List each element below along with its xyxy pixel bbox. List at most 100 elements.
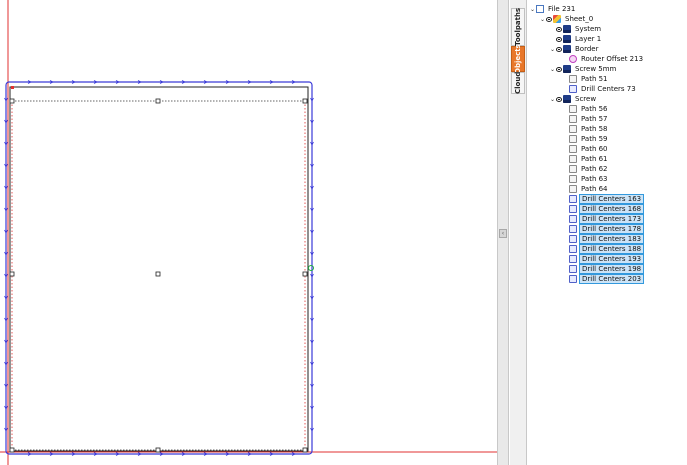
tree-item-path[interactable]: Path 60 <box>569 144 610 154</box>
splitter-grip-icon[interactable]: ‹ <box>499 229 507 238</box>
visibility-eye-icon[interactable] <box>556 96 562 102</box>
tree-item-path[interactable]: Path 56 <box>569 104 610 114</box>
drill-centers-icon <box>569 255 577 263</box>
tree-item-label: Drill Centers 198 <box>579 264 645 274</box>
tree-item-label: Drill Centers 163 <box>579 194 645 204</box>
layer-icon <box>563 35 571 43</box>
tree-item-path[interactable]: Path 57 <box>569 114 610 124</box>
handle-bottom-right[interactable] <box>302 447 308 453</box>
drill-centers-icon <box>569 205 577 213</box>
tree-item-layer-screw5mm[interactable]: ⌄ Screw 5mm <box>549 64 618 74</box>
drill-centers-icon <box>569 225 577 233</box>
expand-toggle-icon[interactable]: ⌄ <box>529 6 536 13</box>
expand-toggle-icon[interactable]: ⌄ <box>549 96 556 103</box>
tree-item-label: Drill Centers 168 <box>579 204 645 214</box>
tab-cloud[interactable]: Cloud <box>511 72 525 94</box>
handle-top-left[interactable] <box>9 98 15 104</box>
tree-item-drill[interactable]: Drill Centers 203 <box>569 274 645 284</box>
sheet-outline[interactable] <box>9 86 309 452</box>
path-icon <box>569 165 577 173</box>
rotation-handle-icon[interactable] <box>308 265 314 271</box>
router-offset-outline[interactable] <box>5 81 313 455</box>
tree-item-path[interactable]: Path 61 <box>569 154 610 164</box>
tree-item-label: Sheet_0 <box>565 15 594 23</box>
tree-item-label: Path 58 <box>581 125 608 133</box>
drill-centers-icon <box>569 245 577 253</box>
handle-center[interactable] <box>155 271 161 277</box>
object-tree: ⌄ File 231 ⌄ Sheet_0 System Layer 1 ⌄ Border Rou… <box>527 0 687 465</box>
tree-item-label: Drill Centers 173 <box>579 214 645 224</box>
visibility-eye-icon[interactable] <box>546 16 552 22</box>
tree-item-drill[interactable]: Drill Centers 178 <box>569 224 645 234</box>
drill-centers-icon <box>569 85 577 93</box>
handle-middle-left[interactable] <box>9 271 15 277</box>
tree-item-drill[interactable]: Drill Centers 168 <box>569 204 645 214</box>
tree-item-label: Screw <box>575 95 597 103</box>
tree-item-layer-border[interactable]: ⌄ Border <box>549 44 600 54</box>
drill-centers-icon <box>569 265 577 273</box>
tree-item-label: Layer 1 <box>575 35 602 43</box>
expand-toggle-icon[interactable]: ⌄ <box>549 66 556 73</box>
tree-item-drill[interactable]: Drill Centers 73 <box>569 84 638 94</box>
tree-item-drill[interactable]: Drill Centers 188 <box>569 244 645 254</box>
visibility-eye-icon[interactable] <box>556 26 562 32</box>
handle-top-right[interactable] <box>302 98 308 104</box>
path-icon <box>569 115 577 123</box>
tab-toolpaths[interactable]: Toolpaths <box>511 8 525 46</box>
tree-item-drill[interactable]: Drill Centers 163 <box>569 194 645 204</box>
drill-centers-icon <box>569 275 577 283</box>
path-icon <box>569 145 577 153</box>
tree-item-label: Path 57 <box>581 115 608 123</box>
path-icon <box>569 155 577 163</box>
layer-icon <box>563 25 571 33</box>
selection-handles[interactable] <box>9 98 308 453</box>
tree-item-drill[interactable]: Drill Centers 183 <box>569 234 645 244</box>
tab-objects[interactable]: Objects <box>511 44 525 74</box>
tree-item-router[interactable]: Router Offset 213 <box>569 54 645 64</box>
visibility-eye-icon[interactable] <box>556 36 562 42</box>
tree-item-drill[interactable]: Drill Centers 173 <box>569 214 645 224</box>
tree-item-path[interactable]: Path 62 <box>569 164 610 174</box>
drill-centers-icon <box>569 215 577 223</box>
tree-item-sheet[interactable]: ⌄ Sheet_0 <box>539 14 595 24</box>
tree-item-label: Screw 5mm <box>575 65 617 73</box>
file-icon <box>536 5 544 13</box>
tree-item-label: Drill Centers 178 <box>579 224 645 234</box>
router-offset-icon <box>569 55 577 63</box>
handle-top-center[interactable] <box>155 98 161 104</box>
path-icon <box>569 105 577 113</box>
layer-icon <box>563 65 571 73</box>
expand-toggle-icon[interactable]: ⌄ <box>549 46 556 53</box>
visibility-eye-icon[interactable] <box>556 66 562 72</box>
tree-item-label: Path 64 <box>581 185 608 193</box>
panel-splitter[interactable]: ‹ <box>497 0 509 465</box>
handle-middle-right[interactable] <box>302 271 308 277</box>
drill-centers-icon <box>569 195 577 203</box>
side-tab-strip: Toolpaths Objects Cloud <box>510 0 527 465</box>
tree-item-path[interactable]: Path 51 <box>569 74 610 84</box>
expand-toggle-icon[interactable]: ⌄ <box>539 16 546 23</box>
tree-item-label: Drill Centers 183 <box>579 234 645 244</box>
tree-item-label: Path 62 <box>581 165 608 173</box>
tree-item-path[interactable]: Path 59 <box>569 134 610 144</box>
design-canvas[interactable] <box>0 0 497 465</box>
tree-item-layer-system[interactable]: System <box>549 24 603 34</box>
handle-bottom-center[interactable] <box>155 447 161 453</box>
tree-item-layer-screw[interactable]: ⌄ Screw <box>549 94 598 104</box>
tree-item-label: Drill Centers 188 <box>579 244 645 254</box>
tree-item-label: File 231 <box>548 5 576 13</box>
tree-item-path[interactable]: Path 64 <box>569 184 610 194</box>
path-icon <box>569 175 577 183</box>
tree-item-file[interactable]: ⌄ File 231 <box>529 4 577 14</box>
tree-item-label: Border <box>575 45 599 53</box>
tree-item-layer-layer1[interactable]: Layer 1 <box>549 34 603 44</box>
tree-item-drill[interactable]: Drill Centers 193 <box>569 254 645 264</box>
tree-item-drill[interactable]: Drill Centers 198 <box>569 264 645 274</box>
visibility-eye-icon[interactable] <box>556 46 562 52</box>
tree-item-path[interactable]: Path 63 <box>569 174 610 184</box>
tree-item-label: System <box>575 25 602 33</box>
drawing-area[interactable] <box>0 0 497 465</box>
tree-item-path[interactable]: Path 58 <box>569 124 610 134</box>
tree-item-label: Router Offset 213 <box>581 55 644 63</box>
handle-bottom-left[interactable] <box>9 447 15 453</box>
